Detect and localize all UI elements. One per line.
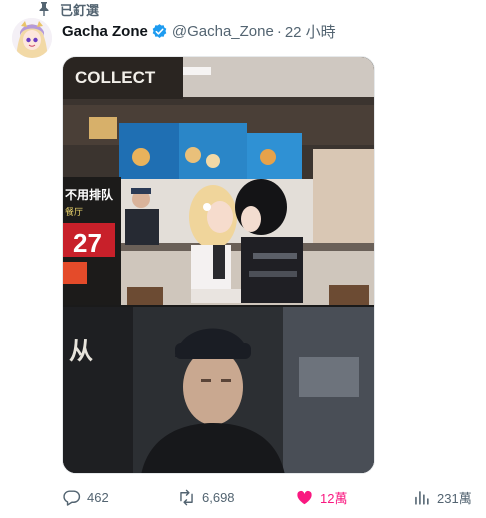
like-button[interactable]: 12萬 bbox=[295, 485, 347, 509]
avatar[interactable] bbox=[12, 18, 52, 58]
pin-icon bbox=[39, 2, 49, 16]
like-count: 12萬 bbox=[320, 490, 348, 506]
reply-icon bbox=[63, 489, 81, 506]
pinned-label: 已釘選 bbox=[60, 2, 100, 18]
verified-badge-icon bbox=[152, 23, 167, 38]
poster-text-2: 餐厅 bbox=[65, 206, 83, 218]
tweet-header: Gacha Zone @Gacha_Zone · 22 小時 bbox=[62, 20, 336, 42]
retweet-icon bbox=[180, 489, 193, 505]
timestamp[interactable]: 22 小時 bbox=[285, 21, 336, 42]
reply-button[interactable]: 462 bbox=[62, 485, 109, 509]
poster-text-1: 不用排队 bbox=[65, 187, 114, 202]
view-count: 231萬 bbox=[437, 490, 472, 506]
display-name[interactable]: Gacha Zone bbox=[62, 23, 148, 40]
views-button[interactable]: 231萬 bbox=[412, 485, 472, 509]
pinned-indicator: 已釘選 bbox=[38, 0, 99, 18]
tweet-media-image[interactable]: COLLECT 不用排队 餐厅 27 从 bbox=[62, 56, 375, 474]
reply-count: 462 bbox=[87, 489, 109, 505]
retweet-button[interactable]: 6,698 bbox=[177, 485, 235, 509]
separator-dot: · bbox=[276, 22, 282, 40]
collect-sign: COLLECT bbox=[75, 68, 156, 87]
poster-price: 27 bbox=[73, 228, 102, 258]
retweet-count: 6,698 bbox=[202, 489, 235, 505]
views-chart-icon bbox=[415, 490, 429, 505]
handle[interactable]: @Gacha_Zone bbox=[172, 23, 274, 40]
crop-sign-text: 从 bbox=[69, 337, 93, 365]
heart-icon bbox=[297, 490, 312, 504]
tweet-actions: 462 6,698 12萬 231萬 bbox=[62, 485, 474, 509]
